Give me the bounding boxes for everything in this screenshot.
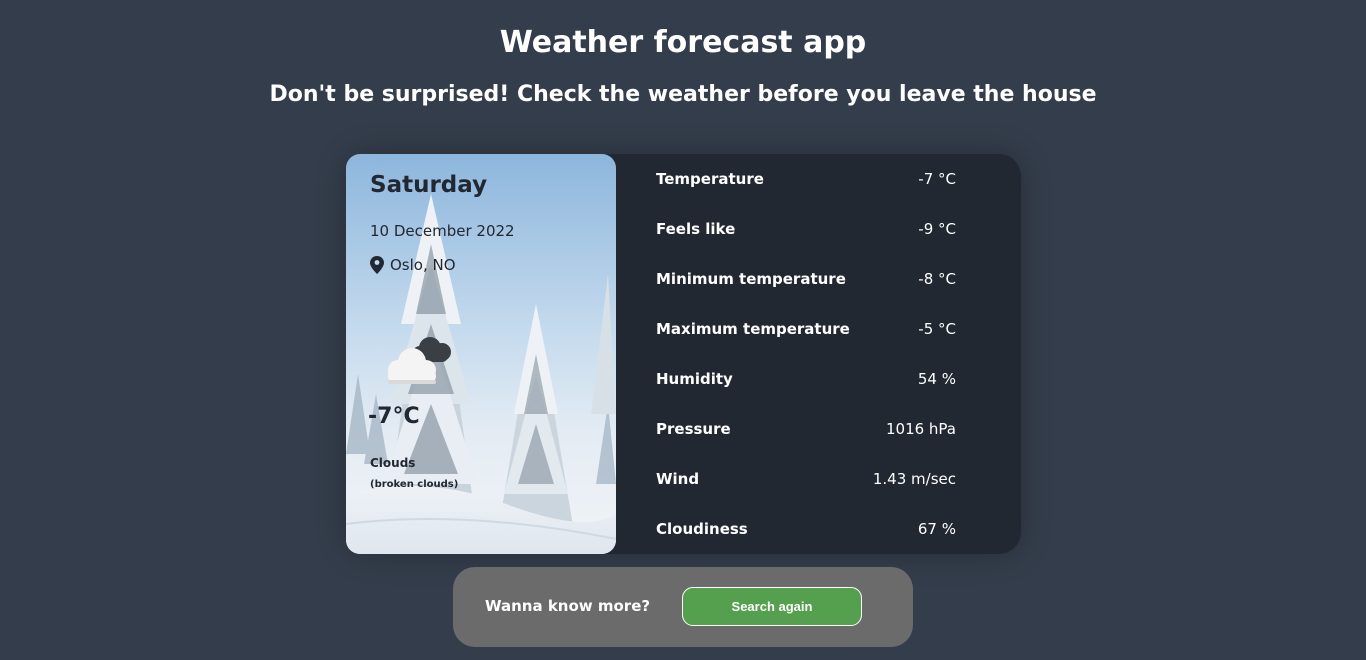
detail-row-wind: Wind 1.43 m/sec [656, 467, 956, 491]
detail-row-minimum-temperature: Minimum temperature -8 °C [656, 267, 956, 291]
current-temperature: -7°C [368, 404, 420, 429]
weather-description-detail: (broken clouds) [370, 479, 459, 490]
broken-clouds-icon [388, 337, 451, 384]
detail-value: 1.43 m/sec [872, 470, 956, 488]
detail-value: -5 °C [918, 320, 956, 338]
detail-label: Cloudiness [656, 520, 748, 538]
current-weather-content: Saturday 10 December 2022 Oslo, NO -7°C … [346, 154, 616, 554]
detail-value: 1016 hPa [885, 420, 956, 438]
date-text: 10 December 2022 [370, 222, 515, 240]
detail-row-feels-like: Feels like -9 °C [656, 217, 956, 241]
detail-value: -7 °C [918, 170, 956, 188]
detail-value: -8 °C [918, 270, 956, 288]
detail-label: Maximum temperature [656, 320, 850, 338]
app-title: Weather forecast app [499, 25, 867, 60]
detail-row-maximum-temperature: Maximum temperature -5 °C [656, 317, 956, 341]
detail-label: Temperature [656, 170, 764, 188]
detail-value: 67 % [917, 520, 956, 538]
detail-row-temperature: Temperature -7 °C [656, 167, 956, 191]
page: Weather forecast app Don't be surprised!… [0, 0, 1366, 660]
search-again-box: Wanna know more? Search again [453, 567, 913, 647]
detail-label: Minimum temperature [656, 270, 846, 288]
detail-label: Humidity [656, 370, 733, 388]
detail-label: Wind [656, 470, 700, 488]
weather-description: Clouds [370, 456, 416, 470]
app-subtitle: Don't be surprised! Check the weather be… [269, 82, 1097, 107]
weather-details-list: Temperature -7 °C Feels like -9 °C Minim… [656, 154, 956, 554]
location-text: Oslo, NO [390, 256, 456, 274]
current-weather-panel: Saturday 10 December 2022 Oslo, NO -7°C … [346, 154, 616, 554]
detail-value: -9 °C [918, 220, 956, 238]
detail-label: Pressure [656, 420, 731, 438]
day-name: Saturday [370, 172, 488, 198]
location: Oslo, NO [370, 256, 456, 274]
detail-row-cloudiness: Cloudiness 67 % [656, 517, 956, 541]
search-again-button[interactable]: Search again [682, 587, 862, 626]
detail-row-pressure: Pressure 1016 hPa [656, 417, 956, 441]
weather-card: Saturday 10 December 2022 Oslo, NO -7°C … [346, 154, 1021, 554]
more-prompt-text: Wanna know more? [485, 597, 651, 615]
map-pin-icon [370, 256, 384, 274]
detail-value: 54 % [917, 370, 956, 388]
detail-row-humidity: Humidity 54 % [656, 367, 956, 391]
detail-label: Feels like [656, 220, 736, 238]
